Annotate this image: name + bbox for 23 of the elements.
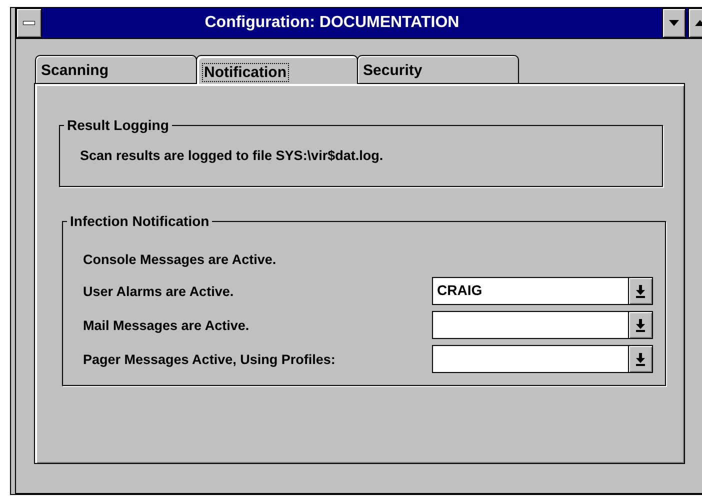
- up-triangle-icon: [695, 20, 702, 26]
- system-menu-button[interactable]: [16, 8, 42, 38]
- down-triangle-icon: [669, 20, 679, 26]
- notification-label: Console Messages are Active.: [83, 252, 276, 266]
- dropdown-field[interactable]: [432, 345, 653, 373]
- log-file-message: Scan results are logged to file SYS:\vir$dat.log.: [80, 148, 384, 163]
- down-arrow-icon: [636, 318, 645, 332]
- group-title: Infection Notification: [67, 213, 212, 229]
- down-arrow-icon: [636, 352, 645, 366]
- notification-label: Mail Messages are Active.: [83, 318, 250, 332]
- tab[interactable]: Scanning: [35, 55, 197, 83]
- tab[interactable]: Notification: [196, 55, 358, 84]
- tab[interactable]: Security: [357, 55, 519, 83]
- dash-icon: [23, 21, 35, 25]
- group-title: Result Logging: [64, 117, 172, 133]
- minimize-button[interactable]: [662, 8, 686, 38]
- down-arrow-icon: [636, 284, 645, 298]
- dropdown-field[interactable]: [432, 311, 653, 339]
- notification-label: Pager Messages Active, Using Profiles:: [83, 352, 336, 366]
- dropdown-field[interactable]: CRAIG: [432, 277, 653, 305]
- window-title: Configuration: DOCUMENTATION: [204, 14, 460, 32]
- dropdown-value: CRAIG: [436, 281, 484, 300]
- notification-label: User Alarms are Active.: [83, 284, 234, 298]
